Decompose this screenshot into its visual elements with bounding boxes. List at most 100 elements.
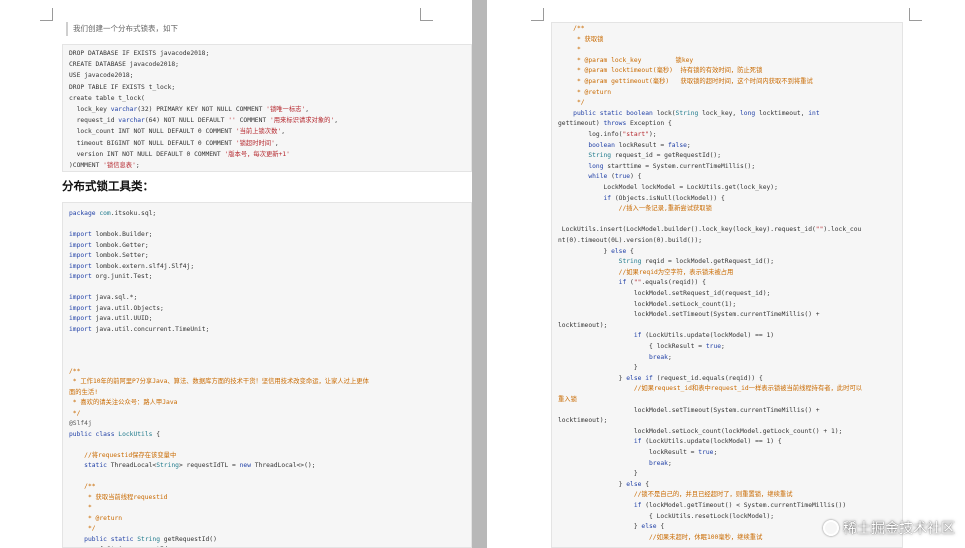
- code-token: * @param gettimeout(毫秒) 获取锁的超时时间，这个时间内获取…: [558, 78, 813, 85]
- code-token: request_id: [69, 117, 119, 125]
- code-token: '': [228, 117, 236, 125]
- code-token: lock(: [652, 109, 676, 117]
- code-line: public static boolean lock(String lock_k…: [558, 109, 820, 120]
- code-line: package com.itsoku.sql;: [69, 209, 156, 220]
- code-token: else: [611, 247, 627, 255]
- code-token: * @return: [69, 514, 123, 522]
- code-token: long: [558, 162, 604, 170]
- code-token: }: [558, 470, 638, 478]
- code-token: .itsoku.sql;: [110, 210, 157, 217]
- code-token: import: [69, 325, 92, 333]
- code-token: else: [626, 480, 642, 488]
- code-token: */: [558, 99, 585, 107]
- code-token: true: [705, 343, 722, 350]
- left-document-page: 我们创建一个分布式锁表，如下 DROP DATABASE IF EXISTS j…: [0, 0, 472, 548]
- code-token: long: [739, 109, 756, 117]
- code-line: if (Objects.isNull(lockModel)) {: [558, 194, 725, 205]
- code-line: /**: [558, 24, 584, 35]
- code-token: 重入锁: [558, 396, 577, 403]
- code-line: { lockResult = true;: [558, 342, 725, 353]
- code-line: import lombok.Setter;: [69, 251, 149, 262]
- code-token: java.sql.*;: [91, 294, 138, 301]
- code-token: ;: [667, 459, 672, 467]
- code-line: public class LockUtils {: [69, 430, 160, 441]
- code-token: int: [808, 109, 820, 117]
- code-token: if: [558, 332, 642, 340]
- code-token: * @param lock_key 锁key: [558, 56, 694, 64]
- code-line: import lombok.extern.slf4j.Slf4j;: [69, 262, 194, 273]
- code-line: gettimeout) throws Exception {: [558, 119, 672, 130]
- code-token: (lockModel.getTimeout() < System.current…: [641, 502, 847, 509]
- code-line: }: [558, 469, 638, 480]
- right-document-page: /** * 获取锁 * * @param lock_key 锁key * @pa…: [487, 0, 965, 548]
- code-token: DROP DATABASE IF EXISTS javacode2018;: [69, 50, 210, 57]
- code-line: * 喜欢的请关注公众号：路人甲Java: [69, 398, 178, 409]
- code-token: @Slf4j: [69, 420, 92, 427]
- code-token: java.util.UUID;: [91, 315, 153, 322]
- code-token: '锁超时时间': [235, 139, 275, 147]
- code-token: break: [558, 353, 668, 361]
- code-line: log.info("start");: [558, 130, 656, 141]
- java-code-block-continued: /** * 获取锁 * * @param lock_key 锁key * @pa…: [551, 22, 903, 548]
- code-line: 面的生活!: [69, 388, 98, 399]
- code-line: //如果request_id和表中request_id一样表示锁被当前线程持有者…: [558, 384, 862, 395]
- code-line: create table t_lock(: [69, 94, 145, 105]
- code-line: timeout BIGINT NOT NULL DEFAULT 0 COMMEN…: [69, 139, 279, 150]
- code-line: if (LockUtils.update(lockModel) == 1): [558, 331, 774, 342]
- code-token: USE javacode2018;: [69, 72, 134, 80]
- code-token: * 工作10年的前阿里P7分享Java、算法、数据库方面的技术干货！坚信用技术改…: [69, 378, 369, 385]
- code-token: lockModel.setTimeout(System.currentTimeM…: [558, 406, 820, 414]
- code-token: lombok.Builder;: [91, 231, 153, 238]
- code-token: }: [558, 364, 638, 372]
- code-token: ;: [135, 162, 140, 169]
- code-token: while: [558, 173, 608, 181]
- code-token: public static boolean: [558, 109, 653, 117]
- code-line: */: [69, 524, 96, 535]
- code-token: ,: [274, 139, 279, 147]
- sql-code-block: DROP DATABASE IF EXISTS javacode2018; CRE…: [62, 44, 472, 172]
- code-token: if: [558, 194, 612, 202]
- code-token: *: [558, 46, 581, 54]
- code-token: nt(0).timeout(0L).version(0).build());: [558, 237, 703, 244]
- code-token: (Objects.isNull(lockModel)) {: [611, 194, 725, 202]
- code-token: LockUtils.insert(LockModel.builder().loc…: [558, 226, 816, 234]
- code-token: String: [558, 258, 642, 266]
- code-line: } else {: [558, 247, 633, 258]
- code-token: new: [239, 462, 252, 469]
- code-line: //将requestid保存在该变量中: [69, 451, 176, 462]
- code-token: locktimeout);: [558, 417, 608, 425]
- code-line: * @param gettimeout(毫秒) 获取锁的超时时间，这个时间内获取…: [558, 77, 813, 88]
- code-line: while (true) {: [558, 172, 641, 183]
- code-token: ,: [334, 117, 339, 125]
- code-token: org.junit.Test;: [91, 273, 153, 280]
- code-token: import: [69, 294, 92, 301]
- code-token: CREATE DATABASE javacode2018;: [69, 61, 179, 69]
- code-token: ,: [281, 128, 285, 136]
- code-token: version INT NOT NULL DEFAULT 0 COMMENT: [69, 150, 225, 158]
- code-token: String: [558, 152, 612, 160]
- code-token: lockModel.setLock_count(lockModel.getLoc…: [558, 427, 843, 435]
- code-line: DROP TABLE IF EXISTS t_lock;: [69, 83, 175, 94]
- code-token: */: [69, 409, 81, 417]
- code-token: locktimeout);: [558, 321, 608, 329]
- code-line: locktimeout);: [558, 416, 607, 427]
- code-token: lock_key: [69, 106, 111, 113]
- section-heading: 分布式锁工具类：: [62, 179, 154, 193]
- code-token: true: [614, 173, 631, 181]
- code-token: .equals(reqid)) {: [641, 279, 706, 287]
- page-corner-mark: [909, 8, 922, 21]
- code-token: import: [69, 252, 92, 259]
- code-line: request_id varchar(64) NOT NULL DEFAULT …: [69, 116, 338, 127]
- code-token: varchar: [118, 117, 145, 125]
- code-token: '当前上锁次数': [235, 128, 282, 136]
- code-token: { LockUtils.resetLock(lockModel);: [558, 512, 775, 520]
- code-token: String: [137, 535, 160, 543]
- code-line: //锁不是自己的，并且已经超时了，则重置锁，继续重试: [558, 490, 793, 501]
- code-token: }: [558, 247, 612, 255]
- code-line: USE javacode2018;: [69, 71, 133, 82]
- code-line: import java.util.UUID;: [69, 314, 152, 325]
- code-token: /**: [69, 483, 96, 490]
- code-line: String reqid = lockModel.getRequest_id()…: [558, 257, 774, 268]
- code-line: lock_count INT NOT NULL DEFAULT 0 COMMEN…: [69, 127, 285, 138]
- code-token: (: [626, 279, 634, 287]
